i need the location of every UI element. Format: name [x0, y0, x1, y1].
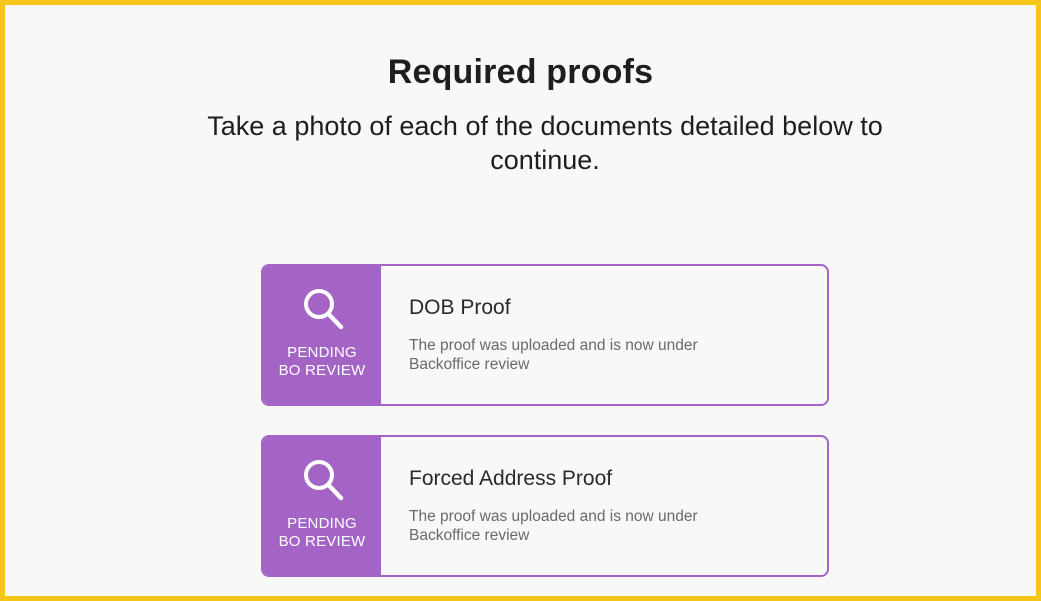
search-icon	[304, 460, 344, 501]
status-panel: PENDING BO REVIEW	[263, 266, 381, 404]
proof-title: DOB Proof	[409, 296, 511, 319]
required-proofs-screen: Required proofs Take a photo of each of …	[0, 0, 1041, 601]
status-badge: PENDING BO REVIEW	[263, 344, 381, 380]
status-label-line2: BO REVIEW	[278, 362, 366, 379]
page-title: Required proofs	[387, 53, 654, 91]
page-subtitle: Take a photo of each of the documents de…	[207, 111, 883, 175]
status-badge: PENDING BO REVIEW	[263, 515, 381, 551]
proof-title: Forced Address Proof	[409, 467, 613, 490]
status-panel: PENDING BO REVIEW	[263, 437, 381, 575]
status-label-line1: PENDING	[287, 344, 357, 361]
proof-description: The proof was uploaded and is now under …	[409, 508, 698, 544]
status-label-line2: BO REVIEW	[278, 533, 366, 550]
proof-card-forced-address[interactable]: PENDING BO REVIEW Forced Address Proof T…	[261, 435, 829, 577]
status-label-line1: PENDING	[287, 515, 357, 532]
proof-description: The proof was uploaded and is now under …	[409, 337, 698, 373]
search-icon	[304, 289, 344, 330]
proof-card-dob[interactable]: PENDING BO REVIEW DOB Proof The proof wa…	[261, 264, 829, 406]
